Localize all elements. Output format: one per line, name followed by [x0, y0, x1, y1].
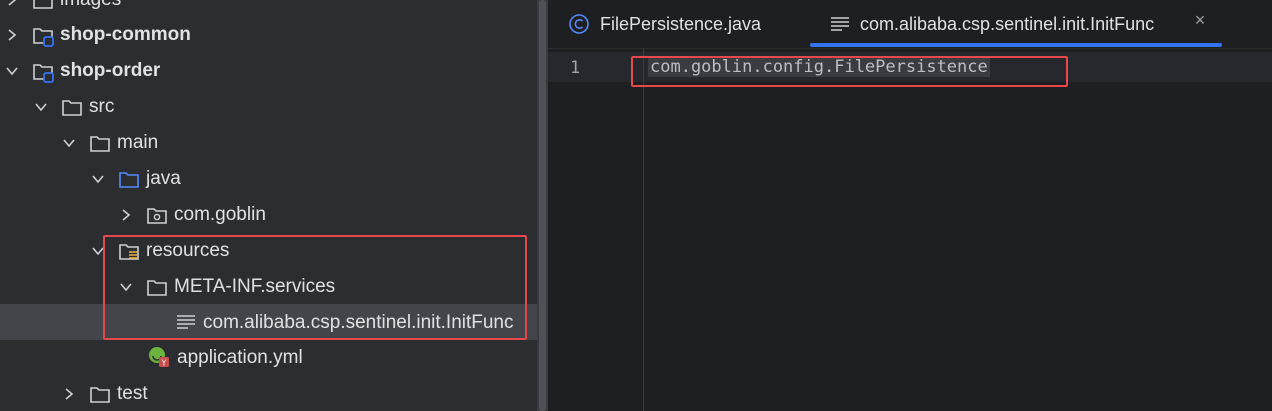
svg-text:Y: Y — [161, 359, 167, 368]
line-number: 1 — [570, 58, 581, 78]
close-icon[interactable]: × — [1188, 8, 1212, 32]
tree-item-label: main — [117, 132, 159, 153]
module-icon — [32, 24, 54, 47]
scrollbar-thumb[interactable] — [539, 0, 546, 411]
chevron-down-icon[interactable] — [61, 135, 77, 151]
tree-item-label: images — [60, 0, 121, 11]
tree-item-label: shop-common — [60, 24, 191, 45]
tree-item-label: application.yml — [177, 347, 303, 368]
class-icon — [568, 13, 590, 35]
chevron-right-icon[interactable] — [4, 0, 20, 8]
gutter-divider — [643, 48, 644, 411]
tree-item-label: shop-order — [60, 60, 161, 81]
tree-item-label: test — [117, 383, 148, 404]
tab-initfunc[interactable]: com.alibaba.csp.sentinel.init.InitFunc — [830, 0, 1154, 48]
annotation-highlight-box — [631, 56, 1068, 87]
tree-item-main[interactable]: main — [0, 125, 537, 161]
tree-item-label: com.goblin — [174, 204, 266, 225]
project-tree: images shop-common shop-order src — [0, 0, 537, 411]
tree-item-shop-common[interactable]: shop-common — [0, 17, 537, 53]
package-icon — [146, 204, 168, 226]
tree-item-shop-order[interactable]: shop-order — [0, 53, 537, 89]
folder-icon — [89, 383, 111, 405]
module-icon — [32, 60, 54, 83]
tree-item-label: src — [89, 96, 115, 117]
tab-filepersistence-java[interactable]: FilePersistence.java — [568, 0, 761, 48]
annotation-highlight-box — [103, 235, 527, 340]
editor-panel: FilePersistence.java com.alibaba.csp.sen… — [548, 0, 1272, 411]
tree-item-java[interactable]: java — [0, 161, 537, 197]
tab-label: FilePersistence.java — [600, 13, 762, 34]
chevron-down-icon[interactable] — [4, 63, 20, 79]
tree-item-src[interactable]: src — [0, 89, 537, 125]
spring-yaml-icon: Y — [147, 345, 169, 368]
tree-item-images[interactable]: images — [0, 0, 537, 18]
editor-tab-bar: FilePersistence.java com.alibaba.csp.sen… — [548, 0, 1272, 49]
chevron-right-icon[interactable] — [118, 207, 134, 223]
panel-splitter[interactable] — [537, 0, 548, 411]
text-file-icon — [830, 14, 850, 34]
folder-icon — [61, 96, 83, 118]
source-folder-icon — [118, 168, 140, 190]
tree-item-label: java — [146, 168, 181, 189]
tree-item-test[interactable]: test — [0, 376, 537, 411]
active-tab-indicator — [810, 43, 1222, 47]
tab-label: com.alibaba.csp.sentinel.init.InitFunc — [860, 13, 1155, 34]
chevron-right-icon[interactable] — [4, 27, 20, 43]
chevron-down-icon[interactable] — [33, 99, 49, 115]
tree-item-application-yml[interactable]: Y application.yml — [0, 340, 537, 376]
chevron-right-icon[interactable] — [61, 386, 77, 402]
tree-item-com-goblin[interactable]: com.goblin — [0, 197, 537, 233]
folder-icon — [89, 132, 111, 154]
chevron-down-icon[interactable] — [90, 171, 106, 187]
module-folder-icon — [32, 0, 54, 11]
